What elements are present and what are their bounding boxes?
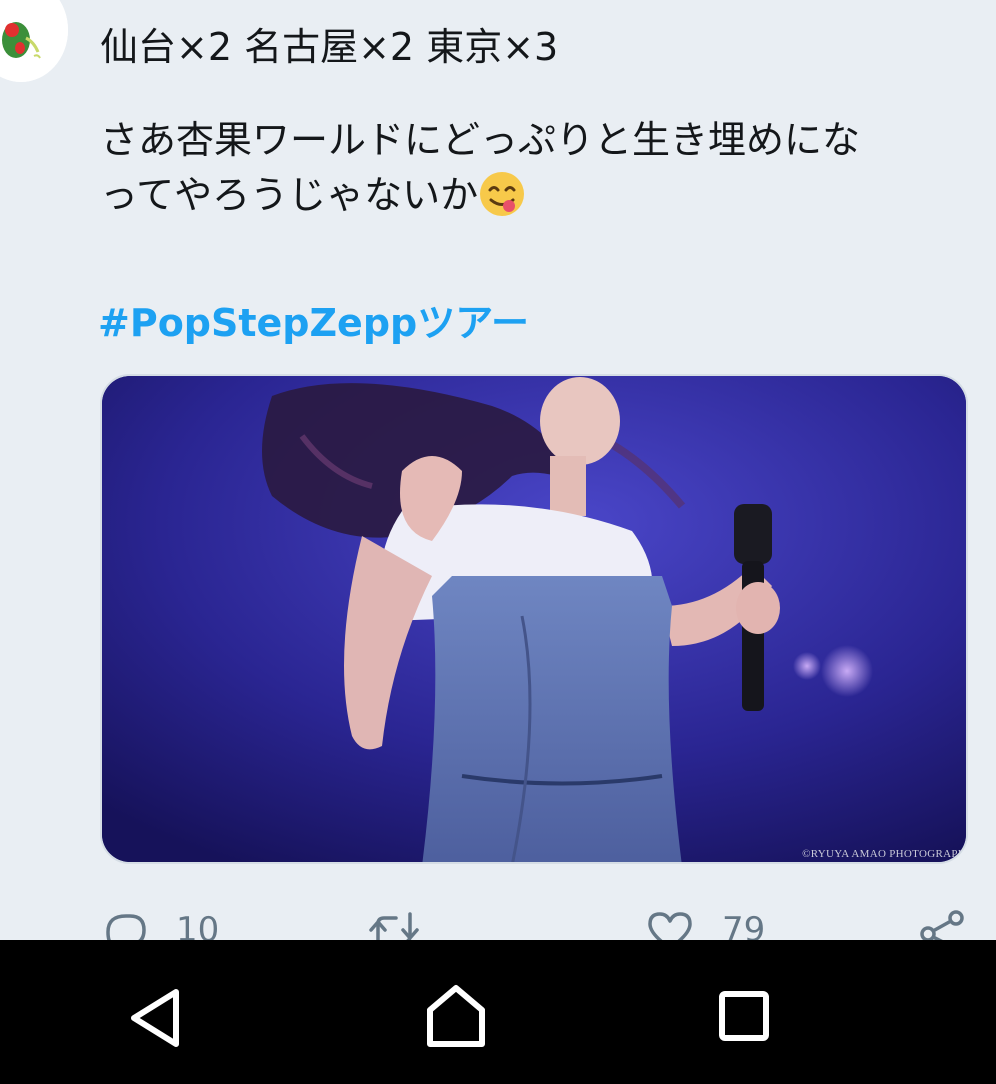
tweet-text-line: 仙台×2 名古屋×2 東京×3 [100,25,559,69]
nav-home-button[interactable] [416,980,496,1060]
recents-square-icon [719,991,769,1041]
tweet-photo[interactable]: ©RYUYA AMAO PHOTOGRAPH [100,374,968,864]
user-avatar[interactable] [0,0,68,82]
reply-count: 10 [176,910,220,940]
heart-icon [648,912,692,940]
tweet-actions: 10 79 [0,900,996,940]
nav-back-button[interactable] [118,980,198,1060]
retweet-button[interactable] [368,910,420,940]
retweet-icon [369,912,419,940]
tweet-text: 仙台×2 名古屋×2 東京×3 さあ杏果ワールドにどっぷりと生き埋めにな ってや… [100,20,960,223]
truncated-text-fragment [492,0,522,6]
system-navigation-bar [0,940,996,1084]
home-icon [427,985,485,1047]
share-icon [920,910,964,940]
face-savoring-food-emoji-icon [478,170,526,218]
tweet-text-line: さあ杏果ワールドにどっぷりと生き埋めにな [100,118,861,162]
concert-photo-image [102,376,966,862]
share-button[interactable] [918,910,968,940]
back-triangle-icon [131,989,179,1047]
like-count: 79 [722,910,766,940]
like-button[interactable]: 79 [646,910,765,940]
tweet: 仙台×2 名古屋×2 東京×3 さあ杏果ワールドにどっぷりと生き埋めにな ってや… [0,0,996,940]
nav-recents-button[interactable] [704,980,784,1060]
hashtag-link[interactable]: #PopStepZeppツアー [98,292,529,347]
tweet-text-fragment: ってやろうじゃないか [100,173,479,217]
reply-button[interactable]: 10 [100,910,219,940]
reply-icon [106,914,146,940]
tweet-text-line: ってやろうじゃないか [100,168,960,223]
photo-credit: ©RYUYA AMAO PHOTOGRAPH [802,848,966,860]
